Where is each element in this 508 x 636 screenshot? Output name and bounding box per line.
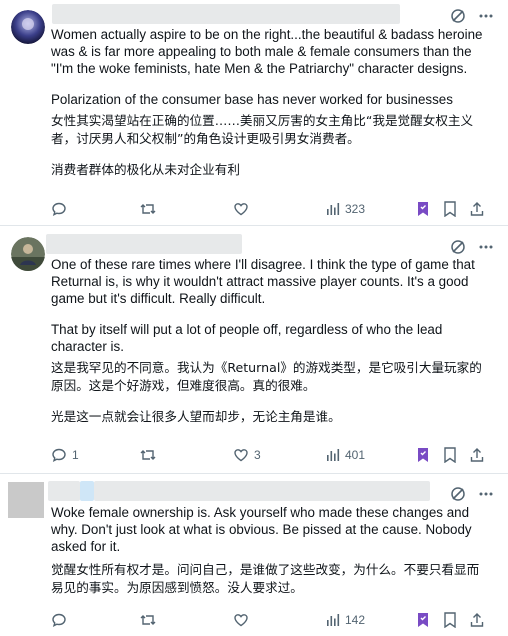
translation-text: 女性其实渴望站在正确的位置……美丽又厉害的女主角比“我是觉醒女权主义者，讨厌男人… <box>51 113 474 146</box>
post-text: Woke female ownership is. Ask yourself w… <box>51 505 476 554</box>
views-button[interactable]: 323 <box>326 199 365 219</box>
share-button[interactable] <box>469 199 485 219</box>
more-actions-button[interactable] <box>443 610 457 630</box>
more-icon[interactable] <box>478 239 494 255</box>
post-1[interactable]: Women actually aspire to be on the right… <box>0 0 508 225</box>
share-icon <box>469 447 485 463</box>
repost-button[interactable] <box>139 445 162 465</box>
avatar[interactable] <box>11 10 45 44</box>
bookmark-icon <box>416 447 430 463</box>
views-count: 401 <box>345 448 366 462</box>
bookmark-button[interactable] <box>416 610 430 630</box>
views-icon <box>326 613 340 627</box>
like-icon <box>233 447 249 463</box>
action-bar: 323 <box>51 199 491 219</box>
more-icon[interactable] <box>478 486 494 502</box>
action-bar: 1 3 401 <box>51 445 491 465</box>
views-icon <box>326 202 340 216</box>
bookmark-button[interactable] <box>416 199 430 219</box>
repost-icon <box>139 612 157 628</box>
bookmark-icon <box>416 612 430 628</box>
share-button[interactable] <box>469 610 485 630</box>
like-icon <box>233 201 249 217</box>
reply-button[interactable] <box>51 199 72 219</box>
like-button[interactable] <box>233 610 254 630</box>
post-text: Women actually aspire to be on the right… <box>51 27 487 76</box>
grok-icon[interactable] <box>450 486 466 502</box>
views-button[interactable]: 142 <box>326 610 365 630</box>
post-body: Woke female ownership is. Ask yourself w… <box>51 504 491 596</box>
reply-button[interactable]: 1 <box>51 445 79 465</box>
bookmark-button[interactable] <box>416 445 430 465</box>
redacted-username <box>52 4 400 24</box>
bookmark-outline-icon <box>443 447 457 463</box>
share-button[interactable] <box>469 445 485 465</box>
like-icon <box>233 612 249 628</box>
post-text: One of these rare times where I'll disag… <box>51 257 479 306</box>
reply-count: 1 <box>72 448 79 462</box>
share-icon <box>469 612 485 628</box>
bookmark-outline-icon <box>443 201 457 217</box>
repost-icon <box>139 447 157 463</box>
post-text: Polarization of the consumer base has ne… <box>51 92 453 107</box>
like-button[interactable] <box>233 199 254 219</box>
redacted-username <box>46 234 242 254</box>
reply-icon <box>51 612 67 628</box>
more-actions-button[interactable] <box>443 199 457 219</box>
like-count: 3 <box>254 448 261 462</box>
translation-text: 消费者群体的极化从未对企业有利 <box>51 162 240 177</box>
grok-icon[interactable] <box>450 239 466 255</box>
views-icon <box>326 448 340 462</box>
post-2[interactable]: One of these rare times where I'll disag… <box>0 226 508 473</box>
reply-button[interactable] <box>51 610 72 630</box>
post-body: One of these rare times where I'll disag… <box>51 256 491 426</box>
share-icon <box>469 201 485 217</box>
bookmark-icon <box>416 201 430 217</box>
like-button[interactable]: 3 <box>233 445 261 465</box>
redacted-username <box>94 481 430 501</box>
action-bar: 142 <box>51 610 491 630</box>
bookmark-outline-icon <box>443 612 457 628</box>
views-button[interactable]: 401 <box>326 445 365 465</box>
reply-icon <box>51 201 67 217</box>
post-3[interactable]: Woke female ownership is. Ask yourself w… <box>0 474 508 636</box>
views-count: 323 <box>345 202 366 216</box>
avatar[interactable] <box>8 482 44 518</box>
more-icon[interactable] <box>478 8 494 24</box>
translation-text: 觉醒女性所有权才是。问问自己，是谁做了这些改变，为什么。不要只看显而易见的事实。… <box>51 562 480 595</box>
repost-icon <box>139 201 157 217</box>
views-count: 142 <box>345 613 366 627</box>
post-text: That by itself will put a lot of people … <box>51 322 447 354</box>
repost-button[interactable] <box>139 199 162 219</box>
verified-badge <box>80 481 94 501</box>
grok-icon[interactable] <box>450 8 466 24</box>
avatar[interactable] <box>11 237 45 271</box>
reply-icon <box>51 447 67 463</box>
repost-button[interactable] <box>139 610 162 630</box>
post-body: Women actually aspire to be on the right… <box>51 26 491 179</box>
translation-text: 这是我罕见的不同意。我认为《Returnal》的游戏类型，是它吸引大量玩家的原因… <box>51 360 482 393</box>
translation-text: 光是这一点就会让很多人望而却步，无论主角是谁。 <box>51 409 341 424</box>
redacted-username <box>48 481 80 501</box>
more-actions-button[interactable] <box>443 445 457 465</box>
